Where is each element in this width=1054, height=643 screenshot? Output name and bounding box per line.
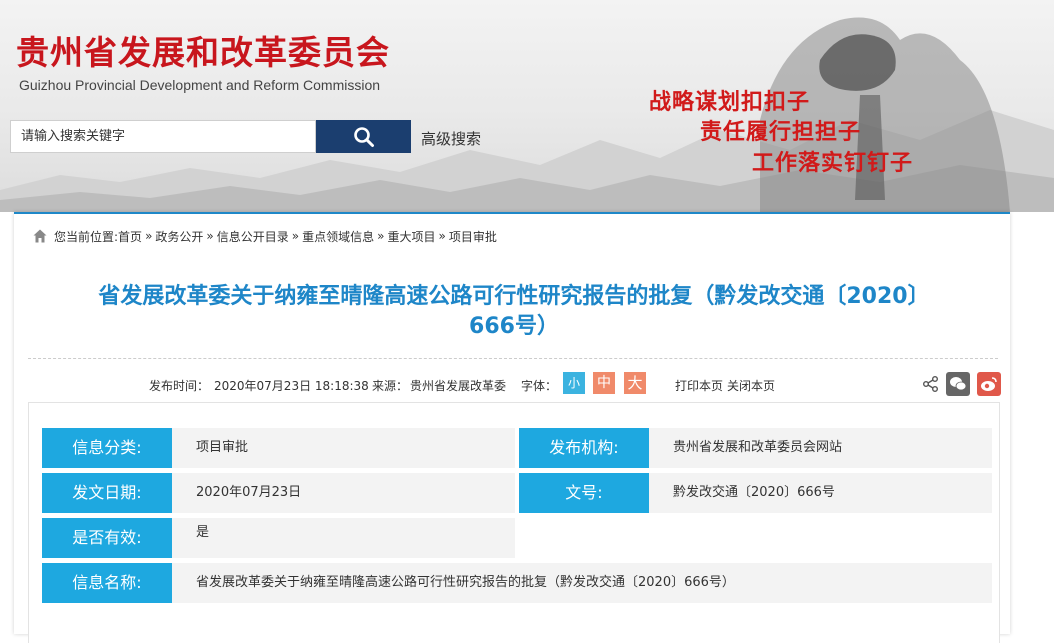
weibo-share-icon[interactable] — [977, 372, 1001, 396]
search-button[interactable] — [316, 120, 411, 153]
search-icon — [353, 126, 374, 147]
breadcrumb-separator: » — [291, 229, 300, 243]
category-label: 信息分类: — [42, 428, 179, 468]
breadcrumb-gov-affairs[interactable]: 政务公开 — [155, 228, 203, 245]
breadcrumb-info-catalog[interactable]: 信息公开目录 — [217, 228, 289, 245]
breadcrumb-major-projects[interactable]: 重大项目 — [387, 228, 435, 245]
slogan-line-3: 工作落实钉钉子 — [752, 151, 914, 176]
breadcrumb-separator: » — [145, 229, 153, 243]
validity-value: 是 — [172, 518, 515, 558]
breadcrumb-project-approval[interactable]: 项目审批 — [449, 228, 497, 245]
site-logo-subtitle: Guizhou Provincial Development and Refor… — [19, 77, 381, 93]
site-logo-title: 贵州省发展和改革委员会 — [16, 33, 390, 72]
document-number-value: 黔发改交通〔2020〕666号 — [649, 473, 992, 513]
breadcrumb-prefix: 您当前位置: — [54, 229, 119, 244]
print-page-link[interactable]: 打印本页 — [675, 379, 723, 393]
category-value: 项目审批 — [172, 428, 515, 468]
wechat-share-icon[interactable] — [946, 372, 970, 396]
article-title-line-1: 省发展改革委关于纳雍至晴隆高速公路可行性研究报告的批复（黔发改交通〔2020〕 — [98, 284, 930, 309]
home-icon — [33, 229, 47, 243]
breadcrumb: 您当前位置: 首页 » 政务公开 » 信息公开目录 » 重点领域信息 » 重大项… — [32, 223, 992, 249]
breadcrumb-separator: » — [206, 229, 214, 243]
close-page-link[interactable]: 关闭本页 — [727, 379, 775, 393]
source-label: 来源： — [372, 379, 409, 393]
share-icon[interactable] — [922, 375, 940, 393]
content-frame: 您当前位置: 首页 » 政务公开 » 信息公开目录 » 重点领域信息 » 重大项… — [14, 212, 1010, 643]
breadcrumb-separator: » — [438, 229, 446, 243]
slogan-line-2: 责任履行担担子 — [700, 120, 862, 145]
validity-label: 是否有效: — [42, 518, 179, 558]
publisher-label: 发布机构: — [519, 428, 656, 468]
source-value: 贵州省发展改革委 — [410, 379, 507, 393]
breadcrumb-key-areas[interactable]: 重点领域信息 — [302, 228, 374, 245]
font-medium-button[interactable]: 中 — [593, 372, 615, 394]
info-panel: 信息分类: 项目审批 发布机构: 贵州省发展和改革委员会网站 发文日期: 202… — [28, 402, 1000, 643]
info-name-value: 省发展改革委关于纳雍至晴隆高速公路可行性研究报告的批复（黔发改交通〔2020〕6… — [172, 563, 992, 603]
article-title-line-2: 666号） — [469, 314, 559, 339]
article-meta-bar: 发布时间： 2020年07月23日 18:18:38 来源： 贵州省发展改革委 … — [14, 372, 1010, 396]
breadcrumb-separator: » — [377, 229, 385, 243]
article-title: 省发展改革委关于纳雍至晴隆高速公路可行性研究报告的批复（黔发改交通〔2020〕 … — [54, 282, 974, 342]
font-small-button[interactable]: 小 — [563, 372, 585, 394]
search-input[interactable] — [10, 120, 316, 153]
site-header: 贵州省发展和改革委员会 Guizhou Provincial Developme… — [0, 0, 1054, 212]
issue-date-label: 发文日期: — [42, 473, 179, 513]
slogan-line-1: 战略谋划扣扣子 — [649, 90, 811, 115]
publish-time: 2020年07月23日 18:18:38 — [214, 379, 369, 393]
font-large-button[interactable]: 大 — [624, 372, 646, 394]
title-divider — [28, 358, 998, 359]
issue-date-value: 2020年07月23日 — [172, 473, 515, 513]
info-name-label: 信息名称: — [42, 563, 179, 603]
publisher-value: 贵州省发展和改革委员会网站 — [649, 428, 992, 468]
advanced-search-link[interactable]: 高级搜索 — [421, 128, 481, 149]
font-size-label: 字体： — [521, 379, 558, 393]
publish-time-label: 发布时间： — [149, 379, 210, 393]
document-number-label: 文号: — [519, 473, 656, 513]
breadcrumb-home[interactable]: 首页 — [118, 228, 142, 245]
